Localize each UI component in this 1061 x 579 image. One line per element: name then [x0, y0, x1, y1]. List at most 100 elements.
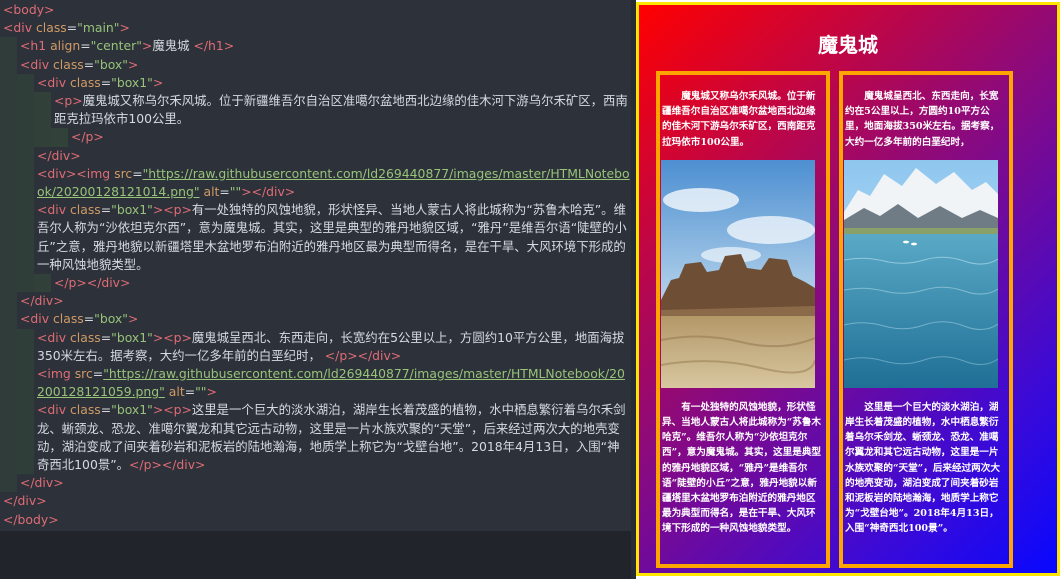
code-line[interactable]: <div class="box"> [0, 55, 631, 74]
code-token: <body> [3, 2, 55, 17]
code-line[interactable]: </p></div> [0, 274, 631, 293]
code-token: "main" [77, 20, 120, 36]
left-paragraph-2: 有一处独特的风蚀地貌，形状怪异、当地人蒙古人将此城称为“苏鲁木哈克”。维吾尔人称… [662, 401, 822, 535]
code-token: class [69, 202, 101, 218]
code-token: </p> [324, 347, 358, 363]
code-line[interactable]: </p> [0, 128, 631, 147]
code-token: <div> [37, 165, 77, 181]
code-token: </p> [54, 275, 87, 291]
indent-guide [17, 164, 34, 202]
indent-guide [17, 274, 34, 293]
left-paragraph-1: 魔鬼城又称乌尔禾风城。位于新疆维吾尔自治区准噶尔盆地西北边缘的佳木河下游乌尔禾矿… [662, 91, 816, 148]
indent-guide [17, 128, 34, 147]
code-line[interactable]: <div class="box1"><p>魔鬼城呈西北、东西走向，长宽约在5公里… [0, 328, 631, 366]
right-paragraph-2: 这里是一个巨大的淡水湖泊，湖岸生长着茂盛的植物，水中栖息繁衍着乌尔禾剑龙、蜥颈龙… [845, 401, 1000, 535]
code-token: > [127, 56, 139, 72]
code-token: </div> [357, 347, 402, 363]
code-token: <div [37, 329, 70, 345]
code-token: <div [37, 402, 70, 418]
code-token: "box1" [111, 402, 153, 418]
code-token: </body> [3, 511, 59, 527]
code-line[interactable]: <div class="box1"><p>这里是一个巨大的淡水湖泊，湖岸生长着茂… [0, 401, 631, 475]
code-token: <p> [163, 329, 192, 345]
code-token: </h1> [193, 38, 235, 54]
indent-guide [0, 401, 17, 475]
code-token: = [83, 56, 95, 72]
code-token: 魔鬼城 [152, 38, 194, 54]
code-token: "box" [94, 56, 128, 72]
code-token: > [206, 384, 217, 400]
indent-guide [0, 128, 17, 147]
code-token: class [52, 56, 84, 72]
code-token: <p> [54, 93, 83, 109]
code-token: class [69, 74, 101, 90]
code-token: "box" [94, 311, 128, 327]
code-line[interactable]: </div> [0, 492, 631, 510]
indent-guide [0, 328, 17, 366]
code-line[interactable]: <body> [0, 1, 631, 19]
code-line[interactable]: <div><img src="https://raw.githubusercon… [0, 164, 631, 202]
code-token: src [74, 366, 93, 382]
code-token: <img [37, 366, 75, 382]
code-line[interactable]: <img src="https://raw.githubusercontent.… [0, 365, 631, 402]
code-token: = [83, 311, 95, 327]
code-token: class [69, 329, 101, 345]
code-token: = [132, 165, 143, 181]
lake-mountain-image [844, 159, 998, 388]
yardang-landscape-image [661, 159, 815, 388]
right-paragraph-1: 魔鬼城呈西北、东西走向，长宽约在5公里以上，方圆约10平方公里，地面海拔350米… [845, 91, 1000, 148]
code-token: </div> [161, 457, 206, 473]
code-token: = [100, 74, 112, 90]
code-line[interactable]: </div> [0, 292, 631, 311]
indent-guide [0, 310, 17, 329]
code-token: > [127, 311, 139, 327]
code-token: class [35, 20, 67, 36]
code-token: <h1 [20, 38, 51, 54]
code-line[interactable]: <div class="main"> [0, 19, 631, 37]
code-token: = [100, 329, 112, 345]
code-token: 魔鬼城又称乌尔禾风城。位于新疆维吾尔自治区准噶尔盆地西北边缘的佳木河下游乌尔禾矿… [54, 93, 628, 127]
code-line[interactable]: </div> [0, 146, 631, 165]
indent-guide [17, 146, 34, 165]
code-token: "https://raw.githubusercontent.com/ld269… [37, 366, 625, 400]
code-line[interactable]: </body> [0, 511, 631, 529]
code-token: <div [20, 56, 53, 72]
code-token: alt [203, 184, 220, 200]
code-token: "box1" [111, 74, 153, 90]
code-token: "" [229, 184, 242, 200]
code-token: </div> [20, 293, 64, 309]
code-token: align [50, 38, 81, 54]
indent-guide [17, 328, 34, 366]
code-line[interactable]: </div> [0, 474, 631, 493]
code-token: </div> [3, 493, 47, 509]
code-editor-pane[interactable]: <body> <div class="main"> <h1 align="cente… [0, 0, 631, 579]
indent-guide [17, 401, 34, 475]
indent-guide [17, 201, 34, 275]
indent-guide [0, 92, 17, 129]
code-line[interactable]: <div class="box"> [0, 310, 631, 329]
code-line[interactable]: <div class="box1"> [0, 73, 631, 93]
code-line[interactable]: <h1 align="center">魔鬼城 </h1> [0, 37, 631, 56]
box-right: 魔鬼城呈西北、东西走向，长宽约在5公里以上，方圆约10平方公里，地面海拔350米… [839, 71, 1013, 568]
indent-guide [34, 274, 51, 293]
code-token: <div [3, 20, 36, 36]
code-token: "box1" [111, 329, 153, 345]
code-line[interactable]: <p>魔鬼城又称乌尔禾风城。位于新疆维吾尔自治区准噶尔盆地西北边缘的佳木河下游乌… [0, 92, 631, 129]
code-token: "box1" [111, 202, 153, 218]
code-token: class [69, 402, 101, 418]
code-editor[interactable]: <body> <div class="main"> <h1 align="cente… [0, 0, 631, 531]
code-token: </div> [20, 475, 64, 491]
main-container: 魔鬼城 魔鬼城又称乌尔禾风城。位于新疆维吾尔自治区准噶尔盆地西北边缘的佳木河下游… [636, 2, 1060, 576]
code-line[interactable]: <div class="box1"><p>有一处独特的风蚀地貌，形状怪异、当地人… [0, 201, 631, 275]
preview-pane: 魔鬼城 魔鬼城又称乌尔禾风城。位于新疆维吾尔自治区准噶尔盆地西北边缘的佳木河下游… [636, 0, 1061, 579]
indent-guide [34, 92, 51, 129]
code-token: </div> [37, 147, 81, 163]
box-left: 魔鬼城又称乌尔禾风城。位于新疆维吾尔自治区准噶尔盆地西北边缘的佳木河下游乌尔禾矿… [656, 71, 830, 568]
code-token: = [100, 402, 112, 418]
indent-guide [34, 128, 51, 147]
page-title: 魔鬼城 [818, 33, 878, 57]
indent-guide [0, 274, 17, 293]
code-token: = [184, 384, 196, 400]
indent-guide [0, 365, 17, 402]
code-token: = [92, 366, 104, 382]
